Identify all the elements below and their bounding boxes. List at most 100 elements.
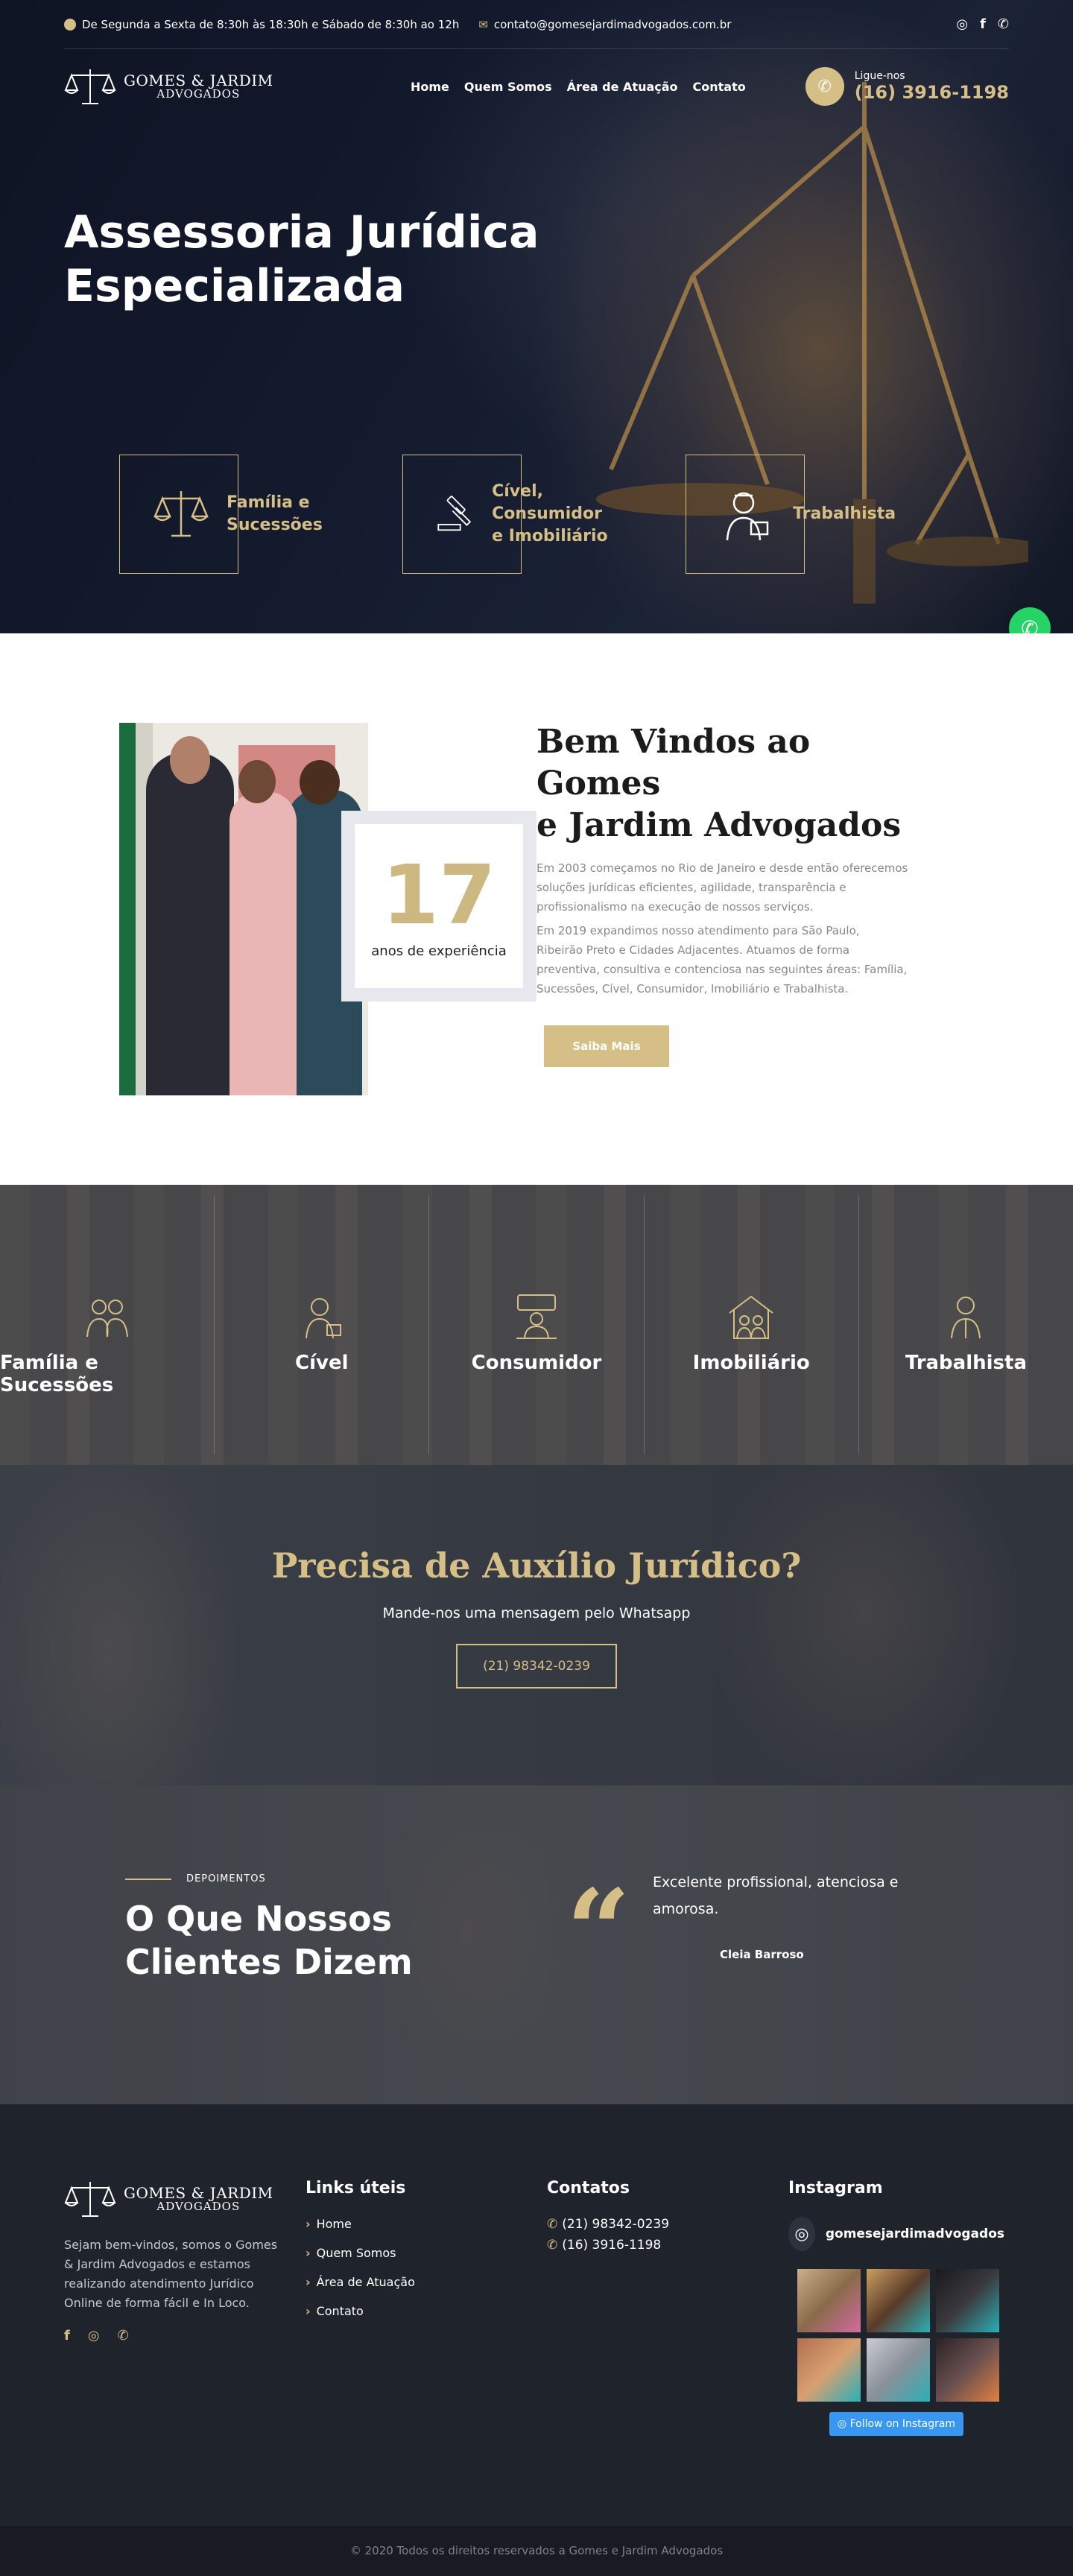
footer-phone-1-text: (21) 98342-0239 [562,2217,670,2232]
phone-icon: ✆ [547,2238,558,2253]
instagram-post[interactable] [797,2338,861,2402]
hero-title-line2: Especializada [64,260,405,312]
testimonials-kicker-text: DEPOIMENTOS [186,1873,266,1884]
instagram-post[interactable] [936,2269,999,2332]
footer-about: GOMES & JARDIM ADVOGADOS Sejam bem-vindos… [64,2179,288,2344]
whatsapp-icon[interactable]: ✆ [118,2328,129,2344]
area-trabalhista[interactable]: Trabalhista [686,455,898,574]
experience-years: 17 [382,846,496,943]
testimonials-kicker: DEPOIMENTOS [125,1873,266,1884]
instagram-grid [797,2269,1004,2402]
welcome-title-line1: Bem Vindos ao Gomes [536,723,811,803]
welcome-title-line2: e Jardim Advogados [536,806,902,844]
footer-link-label: Quem Somos [316,2246,396,2260]
instagram-account[interactable]: ◎ gomesejardimadvogados [788,2217,1004,2251]
welcome-title: Bem Vindos ao Gomes e Jardim Advogados [536,721,909,846]
scale-icon [64,69,116,104]
call-us[interactable]: ✆ Ligue-nos (16) 3916-1198 [805,67,1009,106]
copyright: © 2020 Todos os direitos reservados a Go… [0,2526,1073,2576]
practice-areas-section: Família e Sucessões Cível Consumidor Imo… [0,1185,1073,1465]
chevron-right-icon: › [306,2304,311,2318]
nav-contato[interactable]: Contato [693,80,746,94]
instagram-post[interactable] [867,2269,930,2332]
footer-link-home[interactable]: › Home [306,2217,415,2231]
testimonial-author: Cleia Barroso [720,1948,804,1961]
facebook-icon[interactable]: f [980,16,986,32]
practice-familia[interactable]: Família e Sucessões [0,1195,215,1455]
footer-link-label: Área de Atuação [316,2275,415,2289]
footer-about-text: Sejam bem-vindos, somos o Gomes & Jardim… [64,2238,278,2310]
practice-civel-title: Cível [295,1352,349,1374]
saiba-mais-button[interactable]: Saiba Mais [544,1025,669,1067]
practice-civel[interactable]: Cível [215,1195,430,1455]
main-nav: GOMES & JARDIM ADVOGADOS Home Quem Somos … [64,49,1009,124]
cta-whatsapp-button[interactable]: (21) 98342-0239 [456,1644,617,1689]
footer-instagram: Instagram ◎ gomesejardimadvogados ◎ Foll… [788,2179,1004,2436]
nav-quem-somos[interactable]: Quem Somos [464,80,552,94]
whatsapp-icon[interactable]: ✆ [998,16,1009,32]
follow-instagram-label: Follow on Instagram [849,2418,956,2430]
hero-areas: Família e Sucessões Cível, Consumidor e Im… [119,455,898,574]
nav-home[interactable]: Home [411,80,449,94]
worker-icon [726,492,769,541]
business-hours: De Segunda a Sexta de 8:30h às 18:30h e … [82,17,460,31]
footer-logo[interactable]: GOMES & JARDIM ADVOGADOS [64,2179,288,2219]
follow-instagram-button[interactable]: ◎ Follow on Instagram [829,2412,963,2436]
instagram-icon: ◎ [837,2418,847,2430]
practice-imobiliario[interactable]: Imobiliário [645,1195,859,1455]
welcome-section: 17 anos de experiência Bem Vindos ao Gom… [0,633,1073,1185]
testimonials-title-line1: O Que Nossos [125,1899,393,1939]
cta-section: Precisa de Auxílio Jurídico? Mande-nos u… [0,1465,1073,1785]
practice-familia-title: Família e Sucessões [0,1352,114,1396]
consumer-icon [516,1294,557,1339]
area-civel-line1: Cível, Consumidor [492,482,602,523]
instagram-post[interactable] [936,2338,999,2402]
phone-icon: ✆ [547,2217,558,2232]
instagram-account-name: gomesejardimadvogados [825,2227,1004,2241]
area-trabalhista-line1: Trabalhista [793,504,896,523]
area-familia[interactable]: Família e Sucessões [119,455,332,574]
footer-link-contato[interactable]: › Contato [306,2304,415,2318]
house-people-icon [729,1295,773,1339]
facebook-icon[interactable]: f [64,2328,70,2344]
quote-icon: “ [566,1865,631,1996]
chevron-right-icon: › [306,2217,311,2231]
area-familia-line2: Sucessões [227,516,323,534]
footer-link-quem-somos[interactable]: › Quem Somos [306,2246,415,2260]
hero-section: De Segunda a Sexta de 8:30h às 18:30h e … [0,0,1073,633]
experience-label: anos de experiência [371,943,507,959]
chevron-right-icon: › [306,2275,311,2289]
instagram-post[interactable] [867,2338,930,2402]
experience-badge: 17 anos de experiência [341,811,536,1001]
footer-link-area-atuacao[interactable]: › Área de Atuação [306,2275,415,2289]
email-link[interactable]: contato@gomesejardimadvogados.com.br [494,18,731,31]
email-icon: ✉ [478,17,488,31]
family-icon [86,1300,128,1338]
practice-trabalhista-title: Trabalhista [905,1352,1027,1374]
footer-phone-1[interactable]: ✆ (21) 98342-0239 [547,2217,669,2232]
area-civel-line2: e Imobiliário [492,527,608,545]
practice-consumidor-title: Consumidor [471,1352,602,1374]
nav-area-atuacao[interactable]: Área de Atuação [567,80,678,94]
footer-contacts-title: Contatos [547,2179,630,2197]
instagram-icon[interactable]: ◎ [88,2328,100,2344]
phone-icon: ✆ [805,67,844,106]
brand-logo[interactable]: GOMES & JARDIM ADVOGADOS [64,66,273,107]
chevron-right-icon: › [306,2246,311,2260]
hero-title-line1: Assessoria Jurídica [64,206,539,259]
whatsapp-float-button[interactable]: ✆ [1009,607,1051,633]
brand-sub: ADVOGADOS [156,86,241,101]
top-bar: De Segunda a Sexta de 8:30h às 18:30h e … [64,0,1009,49]
footer-brand-sub: ADVOGADOS [156,2199,241,2213]
practice-consumidor[interactable]: Consumidor [429,1195,645,1455]
area-familia-line1: Família e [227,493,310,512]
area-civel[interactable]: Cível, Consumidor e Imobiliário [402,455,615,574]
call-label: Ligue-nos [854,70,905,82]
footer-phone-2[interactable]: ✆ (16) 3916-1198 [547,2238,669,2253]
footer-links: Links úteis › Home › Quem Somos › Área de A… [306,2179,415,2333]
team-photo [119,723,368,1095]
instagram-icon[interactable]: ◎ [956,16,968,32]
instagram-post[interactable] [797,2269,861,2332]
practice-trabalhista[interactable]: Trabalhista [859,1195,1073,1455]
footer-contacts: Contatos ✆ (21) 98342-0239 ✆ (16) 3916-119… [547,2179,669,2259]
